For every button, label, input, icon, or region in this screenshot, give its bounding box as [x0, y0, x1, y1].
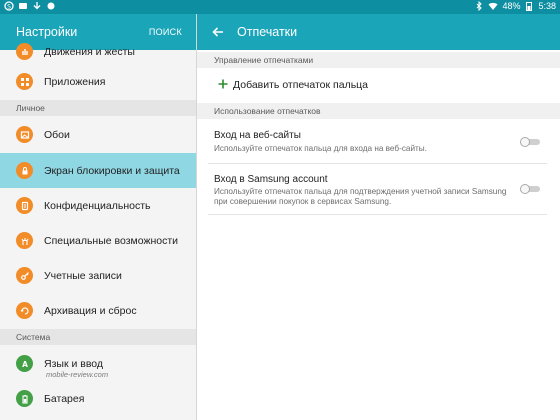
wallpaper-icon [16, 126, 33, 143]
battery-percent: 48% [502, 1, 521, 11]
option-title: Вход на веб-сайты [214, 130, 301, 141]
sidebar-item-gestures[interactable]: Движения и жесты [0, 40, 196, 62]
settings-list-pane: Настройки ПОИСК Движения и жесты Приложе… [0, 14, 196, 420]
sidebar-item-backup[interactable]: Архивация и сброс [0, 293, 196, 328]
bluetooth-icon [474, 0, 484, 12]
backup-icon [16, 302, 33, 319]
sidebar-item-label: Язык и ввод [44, 357, 104, 370]
notification-icon [46, 1, 56, 11]
section-header-personal: Личное [0, 100, 196, 116]
apps-icon [16, 73, 33, 90]
option-description: Используйте отпечаток пальца для подтвер… [214, 187, 507, 206]
sidebar-item-lock-screen[interactable]: Экран блокировки и защита [0, 153, 196, 188]
wifi-icon [488, 1, 498, 11]
svg-text:A: A [22, 360, 28, 369]
sidebar-item-label: Движения и жесты [44, 46, 135, 58]
skype-icon: S [4, 1, 14, 11]
option-description: Используйте отпечаток пальца для входа н… [214, 144, 427, 153]
accessibility-icon [16, 232, 33, 249]
battery-icon [524, 1, 534, 11]
settings-title: Настройки [16, 25, 78, 39]
sidebar-item-wallpaper[interactable]: Обои [0, 117, 196, 152]
clock: 5:38 [538, 1, 556, 11]
section-header-usage: Использование отпечатков [197, 103, 560, 119]
sidebar-item-label: Батарея [44, 392, 85, 405]
section-header-manage: Управление отпечатками [197, 52, 560, 68]
privacy-icon [16, 197, 33, 214]
status-indicators: 48% 5:38 [474, 0, 556, 12]
plus-icon [217, 77, 229, 93]
sidebar-item-label: Специальные возможности [44, 234, 179, 247]
sidebar-item-label: Экран блокировки и защита [44, 164, 180, 177]
page-title: Отпечатки [237, 25, 298, 39]
sidebar-item-label: Учетные записи [44, 269, 122, 282]
battery-icon [16, 390, 33, 407]
sidebar-item-accessibility[interactable]: Специальные возможности [0, 223, 196, 258]
sidebar-item-apps[interactable]: Приложения [0, 64, 196, 99]
sidebar-item-privacy[interactable]: Конфиденциальность [0, 188, 196, 223]
toggle-knob [520, 184, 530, 194]
fingerprint-detail-pane: Отпечатки Управление отпечатками Добавит… [197, 14, 560, 420]
samsung-account-toggle[interactable] [520, 184, 540, 194]
lock-icon [16, 162, 33, 179]
search-button[interactable]: ПОИСК [149, 27, 182, 37]
option-title: Вход в Samsung account [214, 174, 328, 185]
row-divider [208, 163, 547, 164]
row-divider [208, 214, 547, 215]
language-icon: A [16, 355, 33, 372]
key-icon [16, 267, 33, 284]
sidebar-item-label: Конфиденциальность [44, 199, 151, 212]
sidebar-item-label: Обои [44, 128, 70, 141]
status-bar: S 48% 5:38 [0, 0, 560, 14]
sidebar-item-accounts[interactable]: Учетные записи [0, 258, 196, 293]
download-icon [32, 1, 42, 11]
add-fingerprint-label: Добавить отпечаток пальца [233, 79, 369, 91]
svg-text:S: S [7, 3, 11, 10]
back-arrow-icon[interactable] [211, 25, 225, 39]
add-fingerprint-button[interactable]: Добавить отпечаток пальца [197, 72, 560, 98]
watermark: mobile-review.com [46, 370, 109, 379]
section-header-system: Система [0, 329, 196, 345]
sidebar-item-label: Приложения [44, 75, 106, 88]
message-icon [18, 1, 28, 11]
status-notifications: S [4, 1, 56, 11]
web-signin-toggle[interactable] [520, 137, 540, 147]
gesture-icon [16, 43, 33, 60]
toggle-knob [520, 137, 530, 147]
sidebar-item-label: Архивация и сброс [44, 304, 137, 317]
sidebar-item-battery[interactable]: Батарея [0, 381, 196, 416]
detail-header: Отпечатки [197, 14, 560, 50]
